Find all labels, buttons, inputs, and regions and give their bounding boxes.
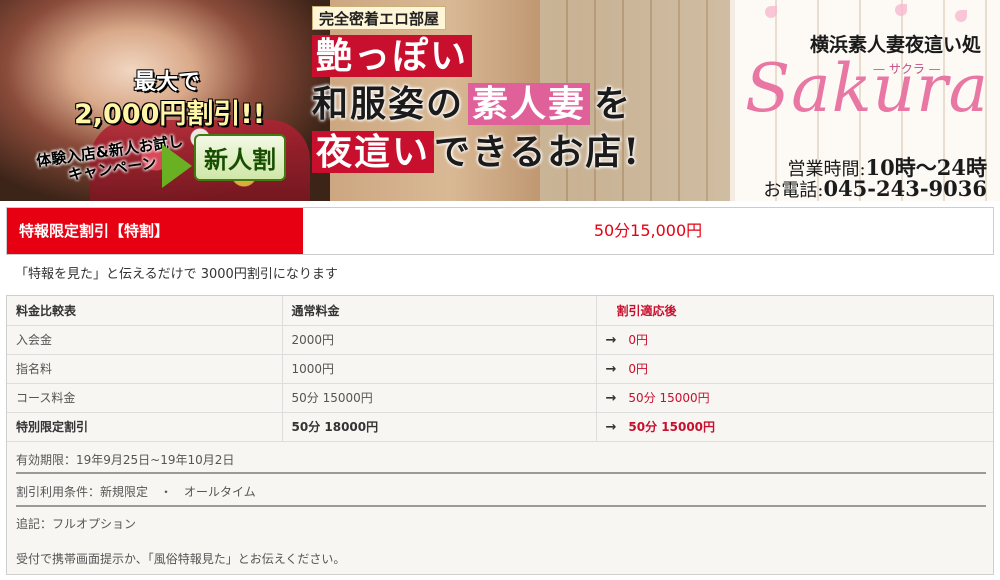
row-normal: 2000円: [281, 325, 596, 355]
reception-instruction: 受付で携帯画面提示か、「風俗特報見た」とお伝えください。: [16, 552, 346, 566]
table-row: 入会金 2000円 → 0円: [7, 325, 993, 355]
discount-note: 「特報を見た」と伝えるだけで 3000円割引になります: [15, 267, 338, 282]
row-normal: 50分 18000円: [281, 412, 596, 442]
arrow-right-icon: →: [605, 420, 617, 435]
banner-headline: 艶っぽい 和服姿の 素人妻 を 夜這い できるお店!: [312, 34, 641, 178]
arrow-right-icon: →: [605, 333, 617, 348]
new-discount-badge: 新人割: [194, 134, 286, 181]
row-after: 0円: [628, 333, 649, 347]
brand-reading: — サクラ —: [873, 62, 941, 76]
header-normal: 通常料金: [281, 296, 596, 326]
postscript: 追記：フルオプション: [16, 517, 137, 531]
row-item: 特別限定割引: [7, 412, 282, 442]
phone-number: お電話:045-243-9036: [763, 176, 987, 201]
row-after: 50分 15000円: [628, 420, 716, 434]
validity-period: 有効期限：19年9月25日~19年10月2日: [16, 453, 235, 467]
row-after: 50分 15000円: [628, 391, 710, 405]
petal-icon: [895, 4, 907, 16]
header-after: 割引適応後: [595, 296, 993, 326]
green-arrow-icon: [162, 144, 192, 188]
phone-label: お電話:: [763, 180, 824, 201]
banner-tagline: 完全密着エロ部屋: [312, 6, 447, 30]
campaign-discount: 2,000円割引!!: [74, 99, 266, 130]
row-after-cell: → 50分 15000円: [595, 383, 993, 413]
headline-line2-c: を: [594, 83, 633, 125]
row-item: 指名料: [7, 354, 282, 384]
row-item: 入会金: [7, 325, 282, 355]
row-item: コース料金: [7, 383, 282, 413]
headline-line1: 艶っぽい: [312, 35, 473, 77]
table-row: 指名料 1000円 → 0円: [7, 354, 993, 384]
phone-value: 045-243-9036: [823, 176, 987, 201]
petal-icon: [955, 10, 967, 22]
special-discount-row: 特報限定割引【特割】 50分15,000円: [6, 207, 994, 255]
table-row: コース料金 50分 15000円 → 50分 15000円: [7, 383, 993, 413]
special-discount-label: 特報限定割引【特割】: [7, 208, 303, 254]
brand-logo: Sakura: [745, 50, 989, 127]
row-normal: 1000円: [281, 354, 596, 384]
brand-block: 横浜素人妻夜這い処 Sakura — サクラ — 営業時間:10時～24時 お電…: [745, 4, 995, 201]
row-normal: 50分 15000円: [281, 383, 596, 413]
petal-icon: [765, 6, 777, 18]
shop-banner: 完全密着エロ部屋 艶っぽい 和服姿の 素人妻 を 夜這い できるお店! 最大で …: [0, 0, 1000, 201]
price-comparison-panel: 料金比較表 通常料金 割引適応後 入会金 2000円 → 0円 指名料 1000円…: [6, 295, 994, 575]
special-discount-price: 50分15,000円: [593, 221, 703, 240]
arrow-right-icon: →: [605, 391, 617, 406]
row-after-cell: → 0円: [595, 325, 993, 355]
table-header-row: 料金比較表 通常料金 割引適応後: [7, 296, 993, 326]
arrow-right-icon: →: [605, 362, 617, 377]
headline-line2-b: 素人妻: [468, 83, 591, 125]
headline-line2-a: 和服姿の: [312, 83, 465, 125]
headline-line3-b: できるお店!: [434, 131, 642, 173]
usage-conditions: 割引利用条件：新規限定 ・ オールタイム: [16, 485, 256, 499]
headline-line3-a: 夜這い: [312, 131, 435, 173]
table-row: 特別限定割引 50分 18000円 → 50分 15000円: [7, 412, 993, 442]
divider: [16, 505, 986, 507]
price-comparison-table: 料金比較表 通常料金 割引適応後 入会金 2000円 → 0円 指名料 1000円…: [7, 296, 993, 442]
row-after: 0円: [628, 362, 649, 376]
row-after-cell: → 0円: [595, 354, 993, 384]
divider: [16, 472, 986, 474]
row-after-cell: → 50分 15000円: [595, 412, 993, 442]
campaign-block: 最大で 2,000円割引!! 体験入店&新人お試しキャンペーン 新人割: [34, 64, 324, 194]
header-item: 料金比較表: [7, 296, 282, 326]
